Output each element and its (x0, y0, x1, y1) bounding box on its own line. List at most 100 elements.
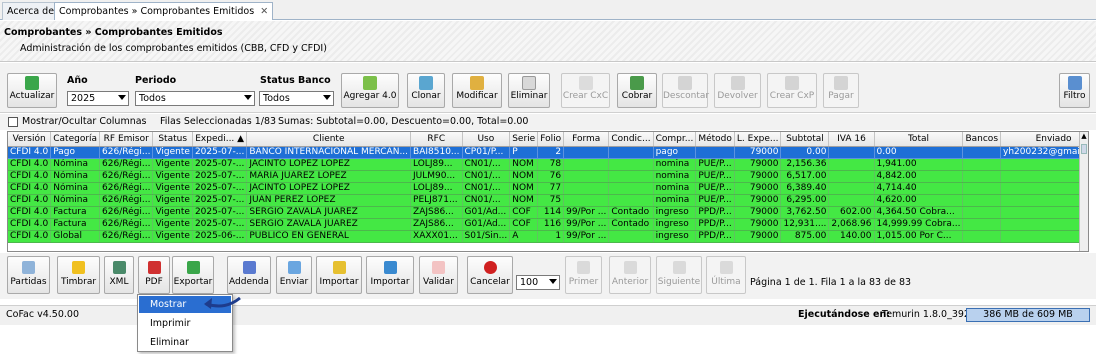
modificar-button[interactable]: Modificar (452, 73, 502, 108)
crear-cxc-button[interactable]: Crear CxC (561, 73, 610, 108)
importar-2-button[interactable]: Importar (366, 256, 414, 294)
table-row[interactable]: CFDI 4.0 Global 626/Régi... Vigente 2025-06-… (8, 230, 1088, 243)
agregar-button[interactable]: Agregar 4.0 (341, 73, 399, 108)
table-cell: 626/Régi... (99, 194, 154, 207)
button-label: Timbrar (60, 277, 97, 287)
column-header[interactable]: Status (152, 132, 193, 147)
table-cell: PPD/P... (695, 218, 735, 231)
table-cell: CFDI 4.0 (8, 230, 52, 243)
exec-value: Temurin 1.8.0_392 (882, 309, 970, 320)
list-icon (22, 261, 35, 274)
tab-label: Acerca de (7, 6, 55, 17)
column-header[interactable]: IVA 16 (828, 132, 875, 147)
table-row[interactable]: CFDI 4.0 Nómina 626/Régi... Vigente 2025-07-… (8, 170, 1088, 183)
table-cell: Factura (50, 218, 101, 231)
table-row[interactable]: CFDI 4.0 Nómina 626/Régi... Vigente 2025-07-… (8, 182, 1088, 195)
periodo-select[interactable]: Todos (135, 91, 255, 106)
menu-item-eliminar[interactable]: Eliminar (139, 334, 231, 351)
filas-seleccionadas: Filas Seleccionadas 1/83 (160, 116, 277, 127)
select-value: Todos (139, 93, 166, 104)
table-cell: 0.00 (780, 146, 830, 159)
column-header[interactable]: Bancos (962, 132, 1002, 147)
importar-button[interactable]: Importar (316, 256, 362, 294)
pdf-button[interactable]: PDF (138, 256, 170, 294)
button-label: XML (109, 277, 129, 287)
table-cell: Global (50, 230, 101, 243)
cobrar-button[interactable]: Cobrar (617, 73, 657, 108)
mostrar-ocultar-label[interactable]: Mostrar/Ocultar Columnas (22, 116, 147, 127)
column-header[interactable]: Método (695, 132, 735, 147)
tab-comprobantes-emitidos[interactable]: Comprobantes » Comprobantes Emitidos ✕ (54, 2, 274, 20)
ultima-button[interactable]: Última (706, 256, 746, 294)
button-label: Última (711, 277, 741, 287)
table-cell: PPD/P... (695, 230, 735, 243)
cancelar-button[interactable]: Cancelar (467, 256, 513, 294)
clonar-button[interactable]: Clonar (407, 73, 445, 108)
column-header[interactable]: Total (874, 132, 964, 147)
primer-button[interactable]: Primer (565, 256, 602, 294)
partidas-button[interactable]: Partidas (7, 256, 50, 294)
button-label: Cobrar (621, 91, 653, 101)
actualizar-button[interactable]: Actualizar (7, 73, 57, 108)
descontar-button[interactable]: Descontar (662, 73, 709, 108)
crear-cxp-button[interactable]: Crear CxP (767, 73, 817, 108)
table-cell: PUE/P... (695, 158, 735, 171)
column-header[interactable]: Compr... (653, 132, 697, 147)
addenda-button[interactable]: Addenda (227, 256, 271, 294)
status-banco-select[interactable]: Todos (259, 91, 334, 106)
column-header[interactable]: RF Emisor (99, 132, 154, 147)
memory-indicator[interactable]: 386 MB de 609 MB (966, 308, 1090, 322)
table-row[interactable]: CFDI 4.0 Factura 626/Régi... Vigente 2025-07… (8, 206, 1088, 219)
validar-button[interactable]: Validar (419, 256, 458, 294)
anterior-button[interactable]: Anterior (609, 256, 651, 294)
scroll-thumb[interactable] (1081, 144, 1087, 154)
column-header[interactable]: Enviado (1000, 132, 1088, 147)
discount-icon (678, 76, 692, 90)
mostrar-ocultar-checkbox[interactable] (8, 117, 18, 127)
column-header[interactable]: Condic... (608, 132, 654, 147)
scroll-up-icon[interactable]: ▲ (1080, 132, 1088, 141)
table-cell (563, 170, 610, 183)
pagar-button[interactable]: Pagar (823, 73, 859, 108)
button-label: Cancelar (470, 277, 510, 287)
column-header[interactable]: Categoría (50, 132, 101, 147)
delete-document-icon (522, 76, 536, 90)
table-row[interactable]: CFDI 4.0 Nómina 626/Régi... Vigente 2025-07-… (8, 158, 1088, 171)
column-header[interactable]: Forma (563, 132, 610, 147)
table-cell: BANCO INTERNACIONAL MERCAN... (246, 146, 412, 159)
column-header[interactable]: Cliente (246, 132, 412, 147)
previous-page-icon (623, 261, 637, 274)
table-row[interactable]: CFDI 4.0 Factura 626/Régi... Vigente 2025-07… (8, 218, 1088, 231)
column-header[interactable]: Versión (8, 132, 52, 147)
select-value: Todos (263, 93, 290, 104)
yen-icon (785, 76, 799, 90)
column-header[interactable]: Uso (462, 132, 511, 147)
exportar-button[interactable]: Exportar (172, 256, 214, 294)
table-cell: Nómina (50, 170, 101, 183)
close-icon[interactable]: ✕ (260, 6, 268, 17)
table-row[interactable]: CFDI 4.0 Pago 626/Régi... Vigente 2025-07-..… (8, 146, 1088, 159)
column-header[interactable]: RFC (410, 132, 463, 147)
column-header[interactable]: Subtotal (780, 132, 830, 147)
table-cell: ingreso (653, 218, 697, 231)
column-header[interactable]: Folio (537, 132, 565, 147)
table-row[interactable]: CFDI 4.0 Nómina 626/Régi... Vigente 2025-07-… (8, 194, 1088, 207)
vertical-scrollbar[interactable]: ▲ (1079, 132, 1088, 251)
column-header[interactable]: Expedi... ▲ (192, 132, 248, 147)
table-cell: ingreso (653, 206, 697, 219)
page-size-select[interactable]: 100 (516, 275, 560, 290)
table-cell: 14,999.99 Cobra... (874, 218, 964, 231)
eliminar-button[interactable]: Eliminar (508, 73, 550, 108)
anio-select[interactable]: 2025 (67, 91, 129, 106)
devolver-button[interactable]: Devolver (714, 73, 761, 108)
column-header[interactable]: L. Expe... (734, 132, 782, 147)
tab-acerca-de[interactable]: Acerca de (2, 2, 60, 20)
siguiente-button[interactable]: Siguiente (656, 256, 702, 294)
enviar-button[interactable]: Enviar (276, 256, 312, 294)
table-cell (608, 182, 654, 195)
timbrar-button[interactable]: Timbrar (57, 256, 100, 294)
filtro-button[interactable]: Filtro (1059, 73, 1090, 108)
column-header[interactable]: Serie (509, 132, 539, 147)
xml-button[interactable]: XML (104, 256, 134, 294)
button-label: Validar (423, 277, 454, 287)
